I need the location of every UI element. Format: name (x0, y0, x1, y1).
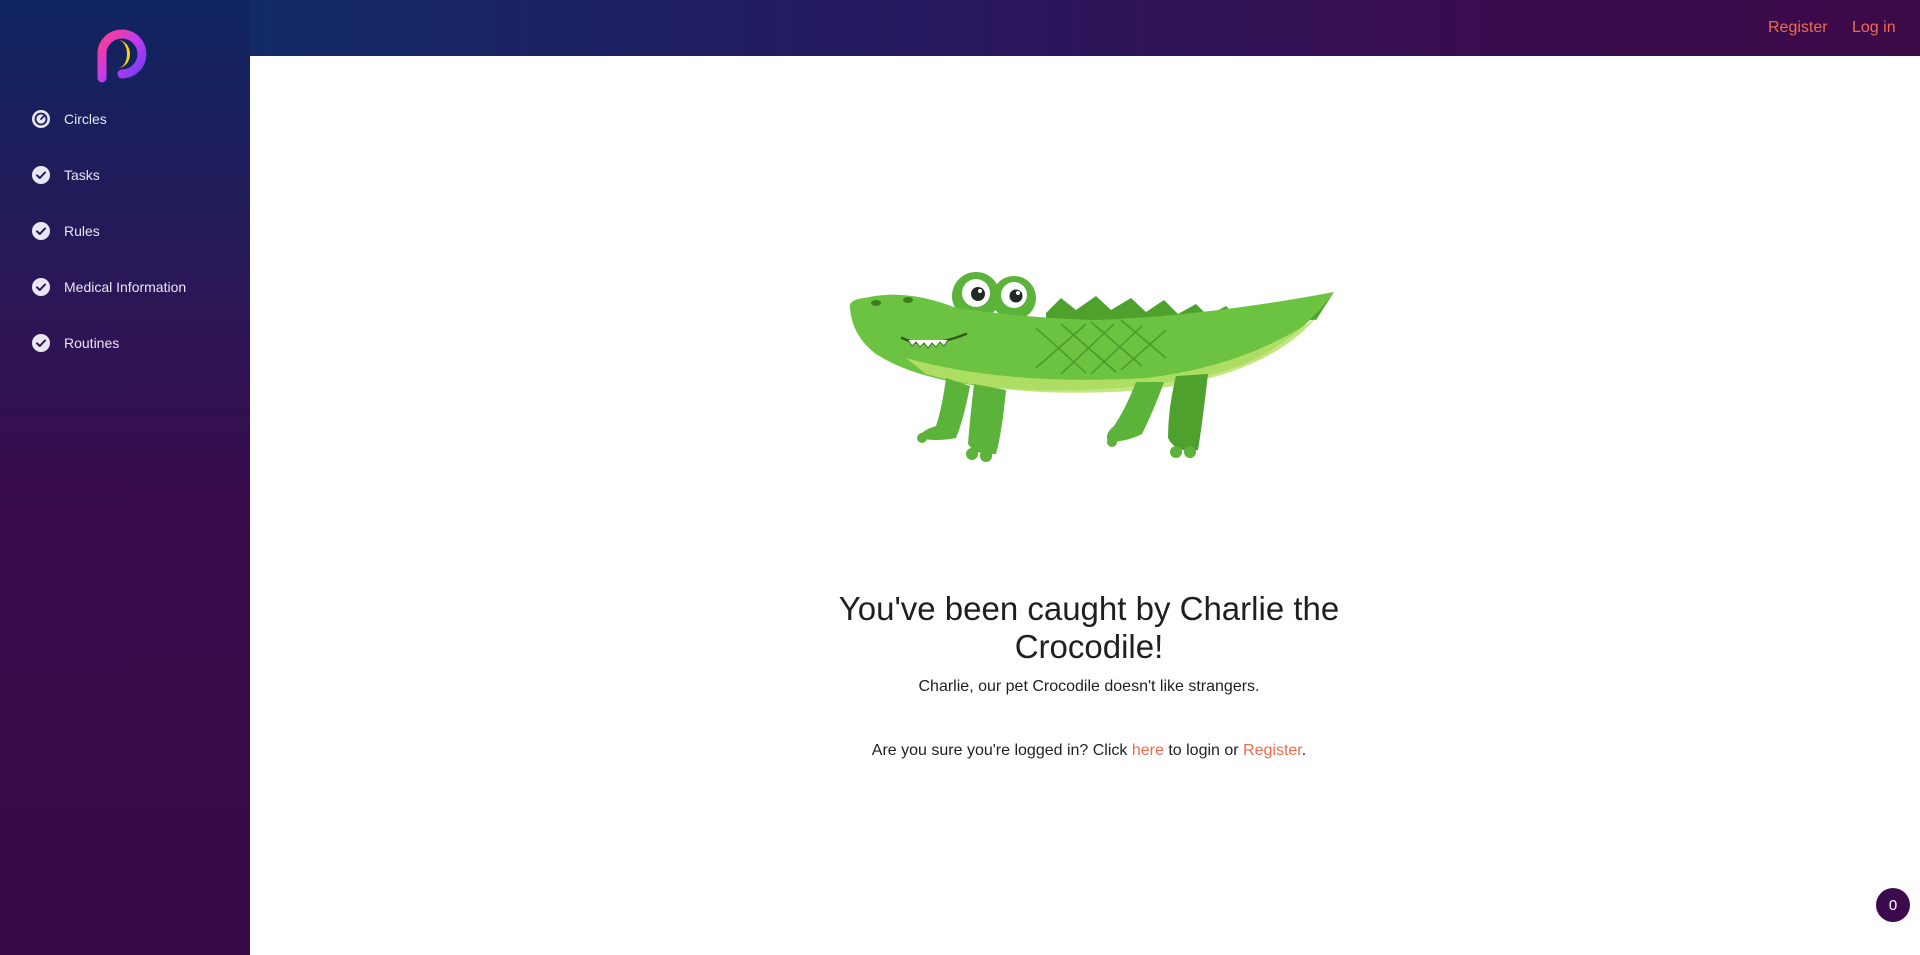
here-link[interactable]: here (1132, 742, 1164, 759)
notification-badge[interactable]: 0 (1876, 888, 1910, 922)
sidebar-item-routines[interactable]: Routines (31, 328, 119, 358)
page-title: You've been caught by Charlie the Crocod… (838, 590, 1340, 665)
register-inline-link[interactable]: Register (1243, 742, 1302, 759)
subtitle-text: Charlie, our pet Crocodile doesn't like … (918, 678, 1260, 695)
sidebar-item-medical-information[interactable]: Medical Information (31, 272, 186, 302)
login-prompt: Are you sure you're logged in? Click her… (760, 742, 1418, 760)
app-logo-icon[interactable] (94, 26, 150, 84)
sidebar-item-label: Circles (64, 111, 107, 127)
check-circle-icon (31, 165, 51, 185)
register-link[interactable]: Register (1768, 19, 1828, 37)
prompt-middle: to login or (1163, 742, 1244, 759)
check-circle-icon (31, 333, 51, 353)
gauge-icon (31, 109, 51, 129)
top-navbar: Register Log in (250, 0, 1920, 56)
sidebar-item-circles[interactable]: Circles (31, 104, 107, 134)
sidebar-item-tasks[interactable]: Tasks (31, 160, 100, 190)
sidebar-item-rules[interactable]: Rules (31, 216, 100, 246)
sidebar-item-label: Routines (64, 335, 120, 351)
crocodile-illustration (849, 272, 1334, 462)
sidebar-item-label: Medical Information (64, 279, 187, 295)
check-circle-icon (31, 277, 51, 297)
sidebar: Circles Tasks Rules Medical Information (0, 0, 250, 955)
prompt-suffix: . (1301, 742, 1307, 759)
sidebar-item-label: Rules (64, 223, 100, 239)
sidebar-item-label: Tasks (64, 167, 100, 183)
login-link[interactable]: Log in (1852, 19, 1896, 37)
check-circle-icon (31, 221, 51, 241)
prompt-prefix: Are you sure you're logged in? Click (871, 742, 1132, 759)
main-content (250, 56, 1920, 955)
